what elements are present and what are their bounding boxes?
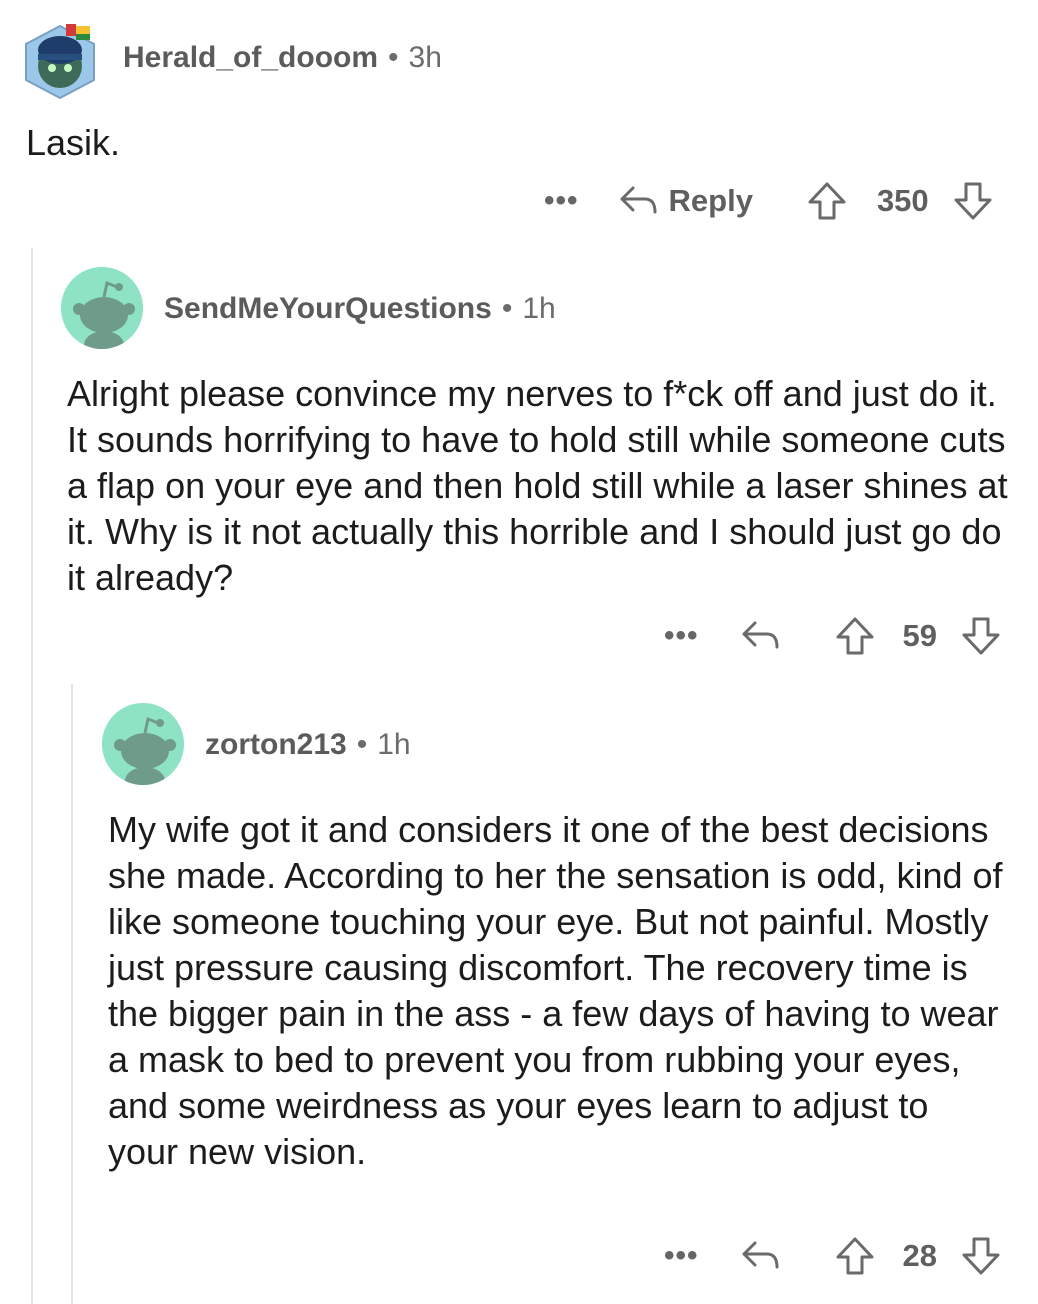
more-options-button[interactable]: ••• [664, 619, 699, 653]
comment-body: Lasik. [26, 122, 121, 163]
separator-dot: • [501, 292, 513, 325]
upvote-button[interactable] [835, 616, 875, 656]
username[interactable]: Herald_of_dooom [123, 41, 378, 74]
separator-dot: • [356, 728, 368, 761]
vote-score: 59 [902, 618, 937, 653]
more-options-button[interactable]: ••• [544, 184, 579, 218]
downvote-arrow-icon [954, 182, 992, 220]
comment-actions: ••• Reply 350 [544, 179, 993, 223]
helmeted-snoo-avatar-icon [25, 24, 95, 100]
avatar[interactable] [102, 703, 184, 785]
thread-line-level-2[interactable] [71, 684, 73, 1304]
downvote-button[interactable] [961, 616, 1001, 656]
separator-dot: • [388, 41, 399, 74]
comment-actions: ••• 59 [664, 614, 1001, 658]
reply-arrow-icon [742, 1241, 779, 1269]
upvote-arrow-icon [808, 182, 846, 220]
upvote-arrow-icon [836, 617, 874, 655]
downvote-arrow-icon [962, 1237, 1000, 1275]
default-snoo-avatar-icon [61, 267, 143, 349]
timestamp[interactable]: 3h [409, 41, 442, 74]
vote-score: 350 [876, 183, 929, 218]
downvote-button[interactable] [953, 181, 993, 221]
upvote-arrow-icon [836, 1237, 874, 1275]
comment-meta: zorton213 • 1h [205, 727, 411, 763]
avatar[interactable] [22, 20, 98, 100]
vote-score: 28 [902, 1238, 937, 1273]
upvote-button[interactable] [807, 181, 847, 221]
username[interactable]: SendMeYourQuestions [164, 292, 492, 325]
upvote-button[interactable] [835, 1236, 875, 1276]
username[interactable]: zorton213 [205, 728, 347, 761]
comment-body: Alright please convince my nerves to f*c… [67, 373, 1008, 598]
comment-meta: Herald_of_dooom • 3h [123, 40, 442, 76]
timestamp[interactable]: 1h [377, 728, 410, 761]
avatar[interactable] [61, 267, 143, 349]
reply-label: Reply [668, 183, 753, 218]
reply-button[interactable] [741, 619, 781, 653]
timestamp[interactable]: 1h [522, 292, 555, 325]
reply-button[interactable] [741, 1239, 781, 1273]
reply-button[interactable]: Reply [619, 183, 753, 219]
comment-body: My wife got it and considers it one of t… [108, 809, 1003, 1172]
more-options-button[interactable]: ••• [664, 1239, 699, 1273]
downvote-arrow-icon [962, 617, 1000, 655]
comment-meta: SendMeYourQuestions • 1h [164, 291, 556, 327]
downvote-button[interactable] [961, 1236, 1001, 1276]
thread-line-level-1[interactable] [31, 248, 33, 1304]
default-snoo-avatar-icon [102, 703, 184, 785]
comment-actions: ••• 28 [664, 1234, 1001, 1278]
reply-arrow-icon [742, 621, 779, 649]
reply-arrow-icon [620, 186, 657, 214]
